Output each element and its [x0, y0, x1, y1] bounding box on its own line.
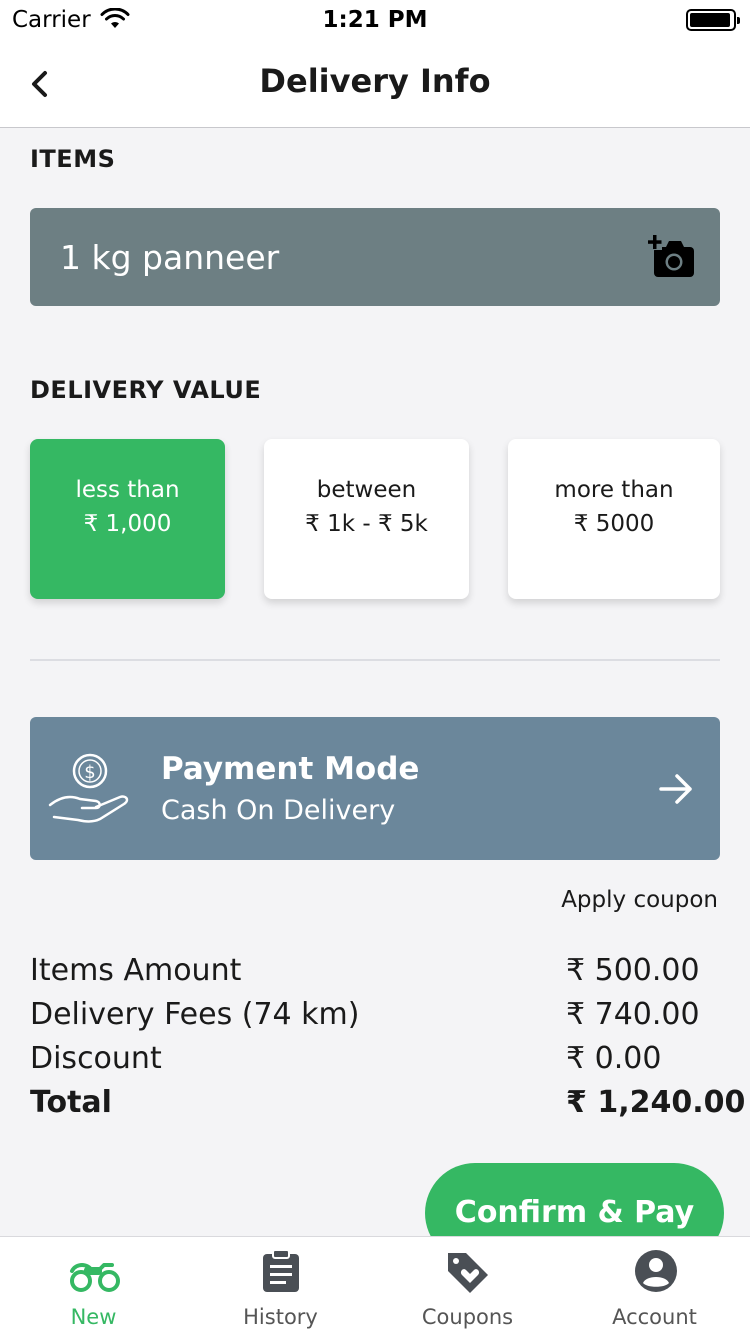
- tab-label: Account: [612, 1305, 697, 1329]
- delivery-value-section-label: DELIVERY VALUE: [30, 376, 262, 404]
- items-section-label: ITEMS: [30, 145, 116, 173]
- option-line1: less than: [75, 477, 180, 503]
- delivery-value-option-between[interactable]: between ₹ 1k - ₹ 5k: [264, 439, 469, 599]
- payment-mode-title: Payment Mode: [161, 751, 420, 787]
- delivery-value-option-less-than[interactable]: less than ₹ 1,000: [30, 439, 225, 599]
- discount-value: ₹ 0.00: [566, 1041, 662, 1076]
- tab-label: History: [243, 1305, 318, 1329]
- tab-new[interactable]: New: [0, 1237, 187, 1334]
- delivery-fees-value: ₹ 740.00: [566, 997, 700, 1032]
- total-label: Total: [30, 1085, 112, 1120]
- clipboard-icon: [263, 1249, 299, 1292]
- option-line2: ₹ 1,000: [83, 511, 172, 537]
- tab-bar: New History Coupons Account: [0, 1236, 750, 1334]
- status-bar: Carrier 1:21 PM: [0, 0, 750, 40]
- payment-mode-value: Cash On Delivery: [161, 795, 396, 826]
- items-input-value: 1 kg panneer: [60, 238, 280, 277]
- add-camera-icon: [648, 235, 694, 277]
- section-divider: [30, 659, 720, 661]
- tab-label: New: [70, 1305, 117, 1329]
- option-line2: ₹ 5000: [573, 511, 655, 537]
- arrow-right-icon: [658, 771, 694, 811]
- items-amount-label: Items Amount: [30, 953, 242, 988]
- add-photo-button[interactable]: [648, 232, 698, 282]
- status-time: 1:21 PM: [322, 7, 428, 33]
- discount-label: Discount: [30, 1041, 162, 1076]
- cash-in-hand-icon: $: [48, 749, 132, 833]
- delivery-value-option-more-than[interactable]: more than ₹ 5000: [508, 439, 720, 599]
- option-line2: ₹ 1k - ₹ 5k: [305, 511, 428, 537]
- svg-text:$: $: [84, 762, 95, 783]
- payment-mode-button[interactable]: $ Payment Mode Cash On Delivery: [30, 717, 720, 860]
- tab-history[interactable]: History: [187, 1237, 374, 1334]
- apply-coupon-link[interactable]: Apply coupon: [561, 887, 718, 913]
- account-icon: [635, 1250, 677, 1292]
- total-value: ₹ 1,240.00: [566, 1085, 746, 1120]
- items-amount-value: ₹ 500.00: [566, 953, 700, 988]
- delivery-fees-label: Delivery Fees (74 km): [30, 997, 360, 1032]
- navigation-bar: Delivery Info: [0, 40, 750, 128]
- items-input[interactable]: 1 kg panneer: [30, 208, 720, 306]
- tab-account[interactable]: Account: [561, 1237, 748, 1334]
- tab-label: Coupons: [421, 1305, 514, 1329]
- tag-heart-icon: [448, 1253, 488, 1293]
- page-title: Delivery Info: [259, 62, 491, 100]
- tab-coupons[interactable]: Coupons: [374, 1237, 561, 1334]
- option-line1: between: [316, 477, 417, 503]
- battery-icon: [686, 9, 740, 31]
- motorbike-icon: [70, 1263, 120, 1292]
- option-line1: more than: [554, 477, 674, 503]
